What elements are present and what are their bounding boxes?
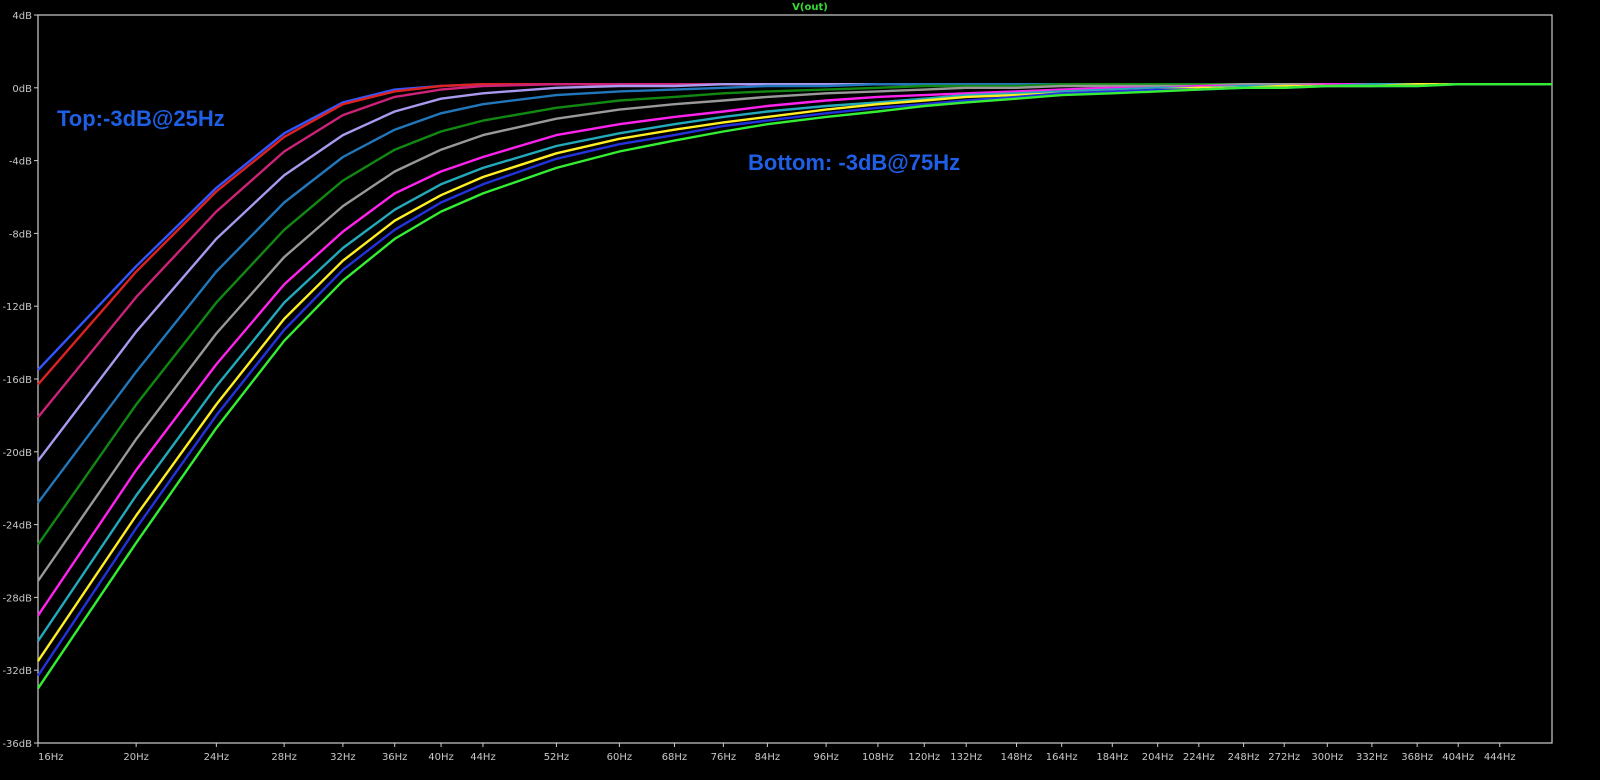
y-tick-label: -28dB [2,593,32,604]
x-tick-label: 20Hz [123,752,149,763]
x-tick-label: 40Hz [428,752,454,763]
x-tick-label: 204Hz [1142,752,1174,763]
x-tick-label: 444Hz [1484,752,1516,763]
x-tick-label: 404Hz [1442,752,1474,763]
x-tick-label: 52Hz [544,752,570,763]
x-tick-label: 224Hz [1183,752,1215,763]
series-line-5 [37,83,1552,504]
x-tick-label: 164Hz [1046,752,1078,763]
x-tick-label: 184Hz [1096,752,1128,763]
x-tick-label: 96Hz [813,752,839,763]
x-tick-label: 84Hz [755,752,781,763]
y-tick-label: -16dB [2,375,32,386]
x-tick-label: 248Hz [1228,752,1260,763]
x-tick-label: 24Hz [204,752,230,763]
frequency-response-chart: V(out) 4dB 0dB -4dB -8dB -12dB -16dB -20dB -24d… [2,2,1553,763]
x-tick-label: 44Hz [470,752,496,763]
plot-frame [37,14,1553,744]
y-tick-label: -4dB [9,157,32,168]
x-tick-label: 300Hz [1311,752,1343,763]
x-tick-label: 68Hz [662,752,688,763]
x-tick-label: 120Hz [908,752,940,763]
y-tick-label: 4dB [12,11,32,22]
series-line-4 [37,83,1552,462]
y-tick-label: -24dB [2,521,32,532]
x-tick-label: 76Hz [711,752,737,763]
y-tick-label: -36dB [2,739,32,750]
x-tick-label: 60Hz [607,752,633,763]
x-tick-label: 272Hz [1268,752,1300,763]
x-tick-label: 132Hz [950,752,982,763]
x-tick-label: 368Hz [1401,752,1433,763]
x-tick-label: 36Hz [382,752,408,763]
y-tick-label: -12dB [2,302,32,313]
annotation-top: Top:-3dB@25Hz [57,106,225,131]
y-tick-label: 0dB [12,84,32,95]
x-tick-label: 28Hz [271,752,297,763]
x-axis: 16Hz 20Hz 24Hz 28Hz 32Hz 36Hz 40Hz 44Hz 52Hz 60Hz… [37,743,1516,763]
y-axis: 4dB 0dB -4dB -8dB -12dB -16dB -20dB -24dB -28dB -… [2,11,38,750]
x-tick-label: 16Hz [38,752,64,763]
x-tick-label: 148Hz [1001,752,1033,763]
chart-title: V(out) [792,2,828,13]
y-tick-label: -20dB [2,448,32,459]
x-tick-label: 108Hz [862,752,894,763]
series-line-2 [37,83,1552,386]
x-tick-label: 32Hz [330,752,356,763]
y-tick-label: -8dB [9,229,32,240]
annotation-bottom: Bottom: -3dB@75Hz [748,150,960,175]
x-tick-label: 332Hz [1356,752,1388,763]
y-tick-label: -32dB [2,666,32,677]
